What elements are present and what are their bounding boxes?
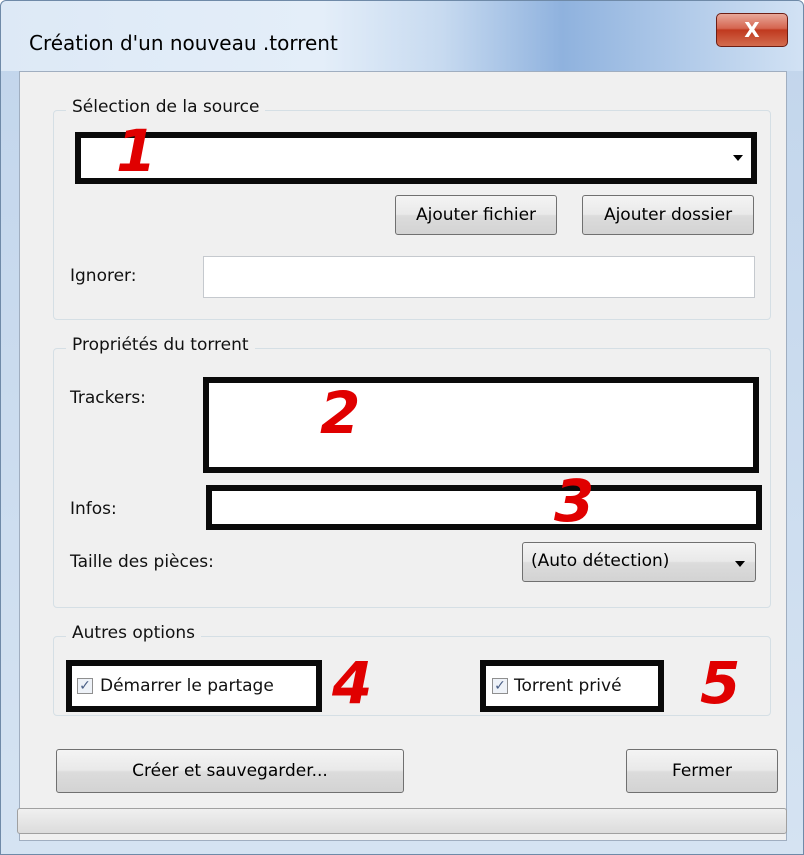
chevron-down-icon (735, 561, 745, 567)
start-seeding-label: Démarrer le partage (100, 676, 274, 696)
window-title: Création d'un nouveau .torrent (29, 31, 338, 55)
progress-bar (17, 808, 787, 834)
title-bar: Création d'un nouveau .torrent X (1, 1, 803, 71)
infos-label: Infos: (70, 499, 117, 519)
marker-1: 1 (116, 117, 157, 185)
close-window-button[interactable]: X (716, 13, 788, 47)
ignore-label: Ignorer: (70, 266, 137, 286)
private-torrent-label: Torrent privé (514, 676, 622, 696)
properties-legend: Propriétés du torrent (66, 335, 255, 355)
source-path-combobox[interactable] (75, 132, 757, 184)
start-seeding-checkbox[interactable]: ✓ (77, 678, 93, 694)
private-torrent-option[interactable]: ✓ Torrent privé (480, 660, 664, 712)
add-folder-button[interactable]: Ajouter dossier (582, 195, 754, 235)
start-seeding-option[interactable]: ✓ Démarrer le partage (66, 660, 322, 712)
close-button[interactable]: Fermer (626, 749, 778, 793)
dialog-body: Sélection de la source 1 Ajouter fichier… (19, 71, 787, 841)
piece-size-value: (Auto détection) (531, 551, 670, 571)
ignore-input[interactable] (203, 256, 755, 298)
options-legend: Autres options (66, 623, 202, 643)
create-torrent-window: Création d'un nouveau .torrent X Sélecti… (0, 0, 804, 855)
marker-3: 3 (554, 467, 595, 535)
chevron-down-icon (733, 155, 743, 161)
private-torrent-checkbox[interactable]: ✓ (492, 678, 508, 694)
infos-input[interactable] (206, 485, 762, 530)
piece-size-select[interactable]: (Auto détection) (522, 542, 756, 582)
piece-size-label: Taille des pièces: (70, 552, 214, 572)
create-and-save-button[interactable]: Créer et sauvegarder... (56, 749, 404, 793)
add-file-button[interactable]: Ajouter fichier (395, 195, 557, 235)
marker-4: 4 (332, 649, 373, 717)
trackers-textarea[interactable] (203, 377, 759, 473)
trackers-label: Trackers: (70, 388, 146, 408)
marker-2: 2 (320, 379, 361, 447)
marker-5: 5 (700, 649, 741, 717)
source-legend: Sélection de la source (66, 97, 266, 117)
